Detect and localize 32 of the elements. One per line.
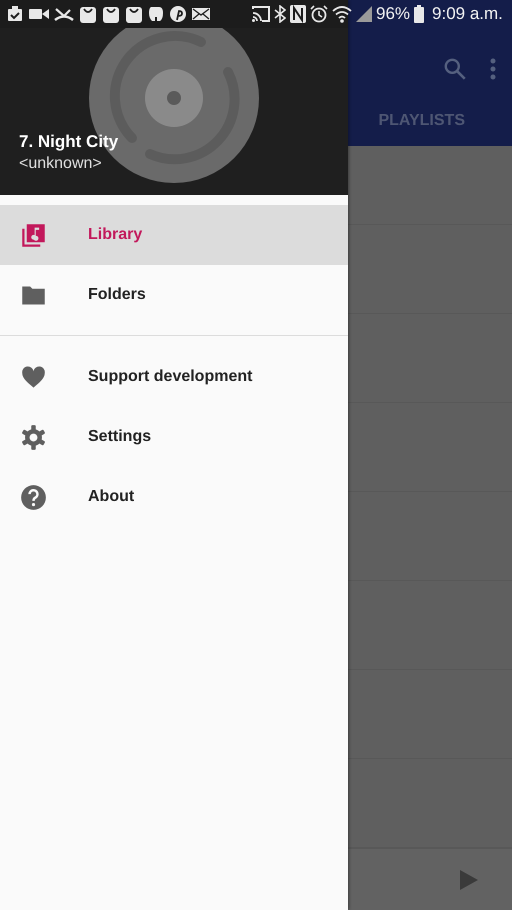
nfc-icon bbox=[290, 5, 306, 23]
battery-icon bbox=[414, 5, 424, 23]
settings-icon bbox=[20, 424, 47, 450]
drawer-item[interactable]: About bbox=[0, 467, 348, 527]
alarm-icon bbox=[310, 5, 328, 23]
drawer-item[interactable]: Support development bbox=[0, 347, 348, 407]
clock: 9:09 a.m. bbox=[432, 4, 503, 24]
wifi-icon bbox=[332, 5, 352, 23]
missed-call-icon bbox=[54, 6, 74, 22]
pin-circle-icon bbox=[169, 5, 187, 23]
music-library-icon bbox=[20, 222, 47, 248]
drawer-item[interactable]: Library bbox=[0, 205, 348, 265]
elephant-icon bbox=[148, 5, 164, 23]
battery-percentage: 96% bbox=[376, 4, 410, 24]
drawer-item[interactable]: Settings bbox=[0, 407, 348, 467]
bag-icon bbox=[102, 4, 120, 24]
more-icon[interactable] bbox=[490, 58, 496, 80]
search-icon[interactable] bbox=[442, 56, 468, 82]
song-title: 7. Night City bbox=[19, 132, 118, 152]
clipboard-icon bbox=[6, 5, 24, 23]
mail-icon bbox=[192, 7, 210, 21]
signal-icon bbox=[356, 6, 372, 22]
video-camera-icon bbox=[29, 6, 49, 22]
bag-icon bbox=[125, 4, 143, 24]
artist-name: <unknown> bbox=[19, 155, 102, 173]
help-icon bbox=[20, 484, 47, 510]
heart-icon bbox=[20, 364, 47, 390]
bag-icon bbox=[79, 4, 97, 24]
bluetooth-icon bbox=[274, 5, 286, 23]
drawer-item[interactable]: Folders bbox=[0, 265, 348, 325]
cast-icon bbox=[252, 6, 270, 22]
play-icon[interactable] bbox=[460, 870, 478, 890]
